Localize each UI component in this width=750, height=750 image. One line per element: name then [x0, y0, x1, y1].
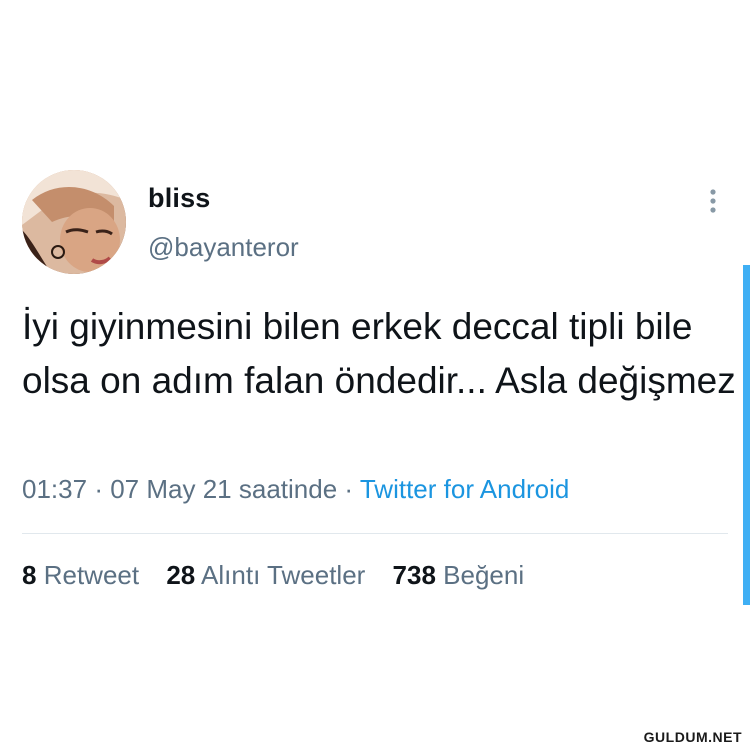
quotes-count: 28 — [166, 560, 196, 590]
tweet-time[interactable]: 01:37 — [22, 474, 87, 504]
divider — [22, 533, 728, 534]
retweets-stat[interactable]: 8 Retweet — [22, 560, 139, 591]
user-handle[interactable]: @bayanteror — [148, 232, 299, 263]
profile-photo-icon — [22, 170, 126, 274]
avatar[interactable] — [22, 170, 126, 274]
tweet-metadata: 01:37 · 07 May 21 saatinde · Twitter for… — [22, 474, 569, 505]
tweet-page: bliss @bayanteror İyi giyinmesini bilen … — [0, 0, 750, 750]
watermark: GULDUM.NET — [639, 728, 746, 746]
scrollbar[interactable] — [743, 265, 750, 605]
tweet-date-suffix: saatinde — [238, 474, 338, 504]
quotes-stat[interactable]: 28 Alıntı Tweetler — [166, 560, 365, 591]
retweets-count: 8 — [22, 560, 37, 590]
meta-separator: · — [344, 474, 354, 504]
likes-stat[interactable]: 738 Beğeni — [393, 560, 525, 591]
tweet-date[interactable]: 07 May 21 — [110, 474, 231, 504]
display-name[interactable]: bliss — [148, 183, 211, 214]
likes-label: Beğeni — [443, 560, 525, 590]
tweet-source-link[interactable]: Twitter for Android — [360, 474, 570, 504]
tweet-text: İyi giyinmesini bilen erkek deccal tipli… — [22, 306, 736, 401]
quotes-label: Alıntı Tweetler — [201, 560, 366, 590]
meta-separator: · — [94, 474, 103, 504]
tweet-stats: 8 Retweet 28 Alıntı Tweetler 738 Beğeni — [22, 560, 544, 591]
more-vertical-icon[interactable] — [702, 186, 724, 218]
retweets-label: Retweet — [43, 560, 140, 590]
likes-count: 738 — [392, 560, 436, 590]
